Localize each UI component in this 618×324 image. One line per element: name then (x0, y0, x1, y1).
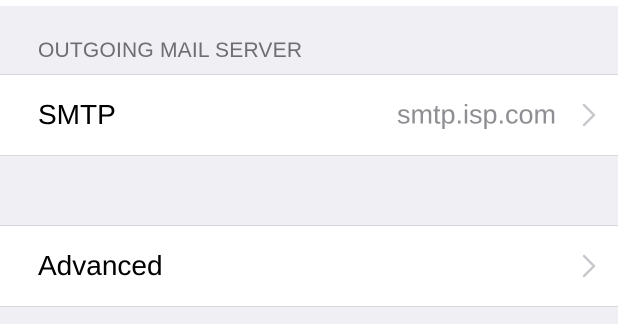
smtp-row[interactable]: SMTP smtp.isp.com (0, 74, 618, 156)
smtp-server-value: smtp.isp.com (396, 99, 556, 130)
section-header: OUTGOING MAIL SERVER (0, 6, 618, 74)
chevron-right-icon (582, 254, 596, 278)
mail-settings-screen: OUTGOING MAIL SERVER SMTP smtp.isp.com A… (0, 0, 618, 324)
advanced-row[interactable]: Advanced (0, 225, 618, 307)
chevron-right-icon (582, 103, 596, 127)
section-header-label: OUTGOING MAIL SERVER (38, 39, 303, 62)
advanced-label: Advanced (38, 250, 163, 281)
section-spacer (0, 156, 618, 225)
smtp-label: SMTP (38, 99, 116, 130)
bottom-spacer (0, 307, 618, 324)
